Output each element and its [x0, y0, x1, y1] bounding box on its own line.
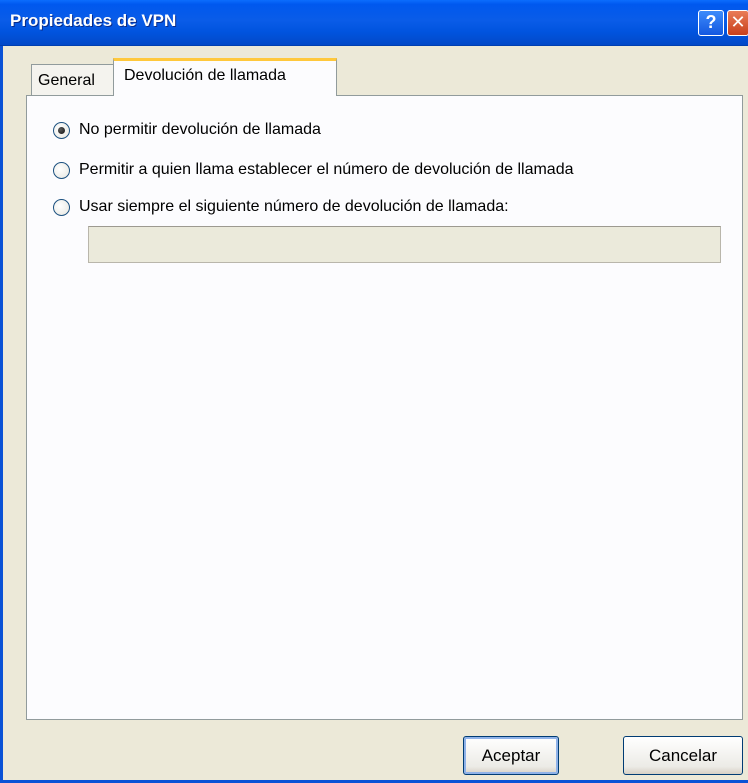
- option-always-use-number[interactable]: Usar siempre el siguiente número de devo…: [53, 195, 509, 219]
- tab-callback[interactable]: Devolución de llamada: [113, 58, 337, 96]
- close-button[interactable]: ✕: [727, 10, 748, 36]
- help-button[interactable]: ?: [698, 10, 724, 36]
- vpn-properties-dialog: Propiedades de VPN ? ✕ General Devolució…: [0, 0, 748, 783]
- option-no-callback-label: No permitir devolución de llamada: [79, 121, 321, 138]
- close-icon: ✕: [730, 12, 746, 32]
- option-caller-sets-number-label: Permitir a quien llama establecer el núm…: [79, 161, 574, 178]
- radio-caller-sets-number[interactable]: [53, 161, 70, 179]
- option-always-use-number-label: Usar siempre el siguiente número de devo…: [79, 198, 509, 215]
- ok-button[interactable]: Aceptar: [463, 736, 559, 775]
- radio-always-use-number[interactable]: [53, 198, 70, 216]
- question-mark-icon: ?: [705, 12, 717, 32]
- radio-no-callback[interactable]: [53, 121, 70, 139]
- callback-tab-panel: No permitir devolución de llamada Permit…: [26, 95, 743, 720]
- tab-general[interactable]: General: [31, 64, 115, 95]
- window-title: Propiedades de VPN: [10, 11, 177, 30]
- callback-number-field: [88, 226, 721, 263]
- title-bar[interactable]: Propiedades de VPN ? ✕: [0, 0, 748, 46]
- option-no-callback[interactable]: No permitir devolución de llamada: [53, 118, 321, 142]
- option-caller-sets-number[interactable]: Permitir a quien llama establecer el núm…: [53, 158, 574, 182]
- cancel-button[interactable]: Cancelar: [623, 736, 743, 775]
